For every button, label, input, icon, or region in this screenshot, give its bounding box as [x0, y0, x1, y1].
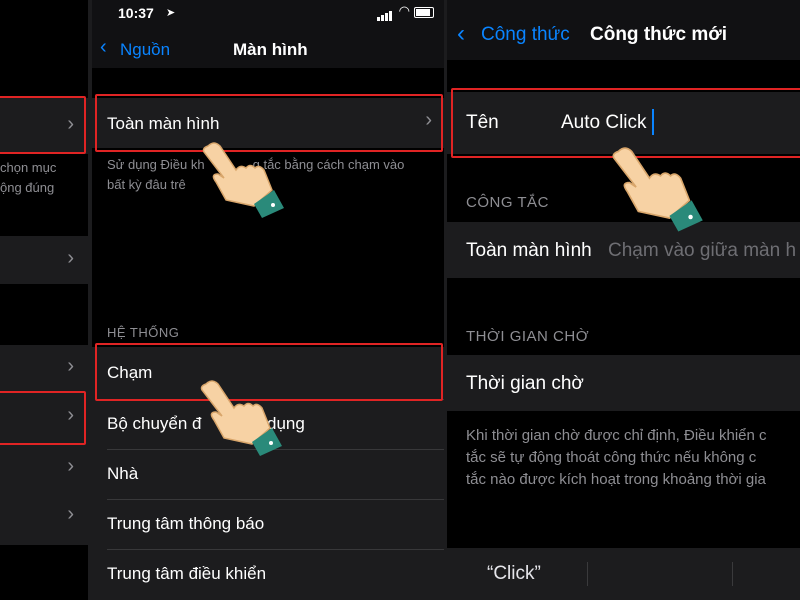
display-settings-panel: 10:37 ➤ ◠ ‹ Nguồn Màn hình Toàn màn hình…: [92, 0, 444, 600]
back-chevron-icon[interactable]: ‹: [100, 36, 107, 59]
left-panel: › chọn mục ộng đúng › › › › ›: [0, 0, 88, 600]
full-screen-desc-left: Sử dụng Điều kh: [107, 157, 205, 172]
highlight-box: [0, 96, 86, 154]
pointing-hand-icon: [612, 147, 703, 232]
timeout-desc-line: tắc nào được kích hoạt trong khoảng thời…: [466, 471, 766, 488]
chevron-right-icon: ›: [67, 503, 74, 525]
pointing-hand-icon: [200, 380, 282, 456]
timeout-desc-line: Khi thời gian chờ được chỉ định, Điều kh…: [466, 427, 767, 444]
panel1-desc-line2: ộng đúng: [0, 180, 55, 195]
back-button[interactable]: Nguồn: [120, 40, 170, 60]
signal-icon: [377, 8, 392, 26]
list-item-label: Bộ chuyển đ: [107, 414, 202, 433]
timeout-description: Khi thời gian chờ được chỉ định, Điều kh…: [466, 425, 767, 491]
pointing-hand-icon: [202, 142, 284, 218]
panel1-group: › › › ›: [0, 345, 88, 545]
page-title: Công thức mới: [590, 24, 728, 45]
page-title: Màn hình: [233, 40, 308, 59]
battery-icon: [414, 7, 434, 18]
back-button[interactable]: Công thức: [481, 24, 570, 46]
trigger-section-header: CÔNG TẮC: [466, 194, 549, 211]
status-time: 10:37: [118, 5, 154, 21]
bottom-toolbar: “Click”: [447, 548, 800, 600]
list-item-home[interactable]: Nhà: [92, 449, 444, 499]
timeout-row[interactable]: Thời gian chờ: [447, 355, 800, 411]
panel1-row-2[interactable]: ›: [0, 236, 88, 284]
list-item-label: Nhà: [107, 464, 139, 483]
toolbar-separator: [587, 562, 588, 586]
highlight-box: [0, 391, 86, 445]
location-icon: ➤: [166, 7, 176, 19]
chevron-right-icon: ›: [67, 355, 74, 377]
list-item-control-center[interactable]: Trung tâm điều khiển: [92, 549, 444, 600]
bottom-action-button[interactable]: “Click”: [487, 563, 541, 585]
trigger-value: Chạm vào giữa màn h: [608, 240, 797, 261]
list-item-notification-center[interactable]: Trung tâm thông báo: [92, 499, 444, 549]
list-item-label: Trung tâm điều khiển: [107, 564, 267, 583]
chevron-right-icon: ›: [67, 247, 74, 269]
timeout-desc-line: tắc sẽ tự động thoát công thức nếu không…: [466, 449, 757, 466]
toolbar-separator: [732, 562, 733, 586]
trigger-label: Toàn màn hình: [466, 240, 592, 261]
timeout-section-header: THỜI GIAN CHỜ: [466, 328, 590, 345]
chevron-right-icon: ›: [67, 455, 74, 477]
panel1-desc-line1: chọn mục: [0, 160, 57, 175]
panel1-description: chọn mục ộng đúng: [0, 158, 56, 198]
timeout-label: Thời gian chờ: [466, 373, 584, 394]
back-chevron-icon[interactable]: ‹: [457, 20, 465, 48]
system-section-header: HỆ THỐNG: [107, 325, 180, 340]
wifi-icon: ◠: [398, 3, 410, 18]
new-shortcut-panel: ‹ Công thức Công thức mới Tên Auto Click…: [447, 0, 800, 600]
list-item-label: Trung tâm thông báo: [107, 514, 265, 533]
